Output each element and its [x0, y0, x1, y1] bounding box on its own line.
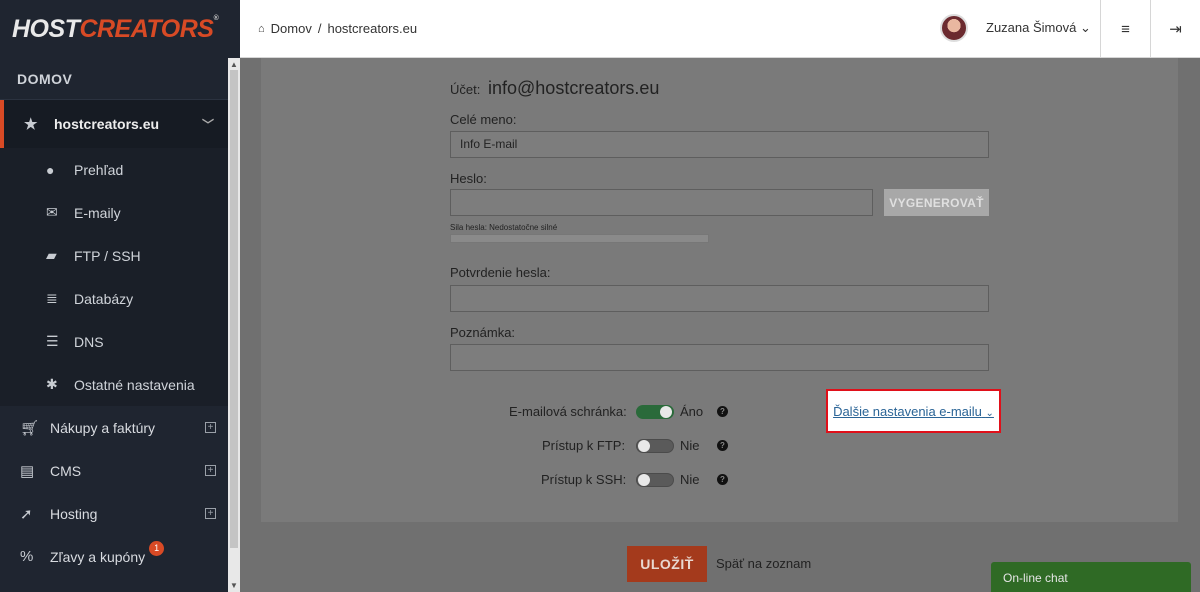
cart-icon: 🛒︎ [20, 419, 40, 437]
logo-area[interactable]: HOSTCREATORS® [0, 0, 240, 58]
avatar[interactable] [940, 14, 968, 42]
chevron-down-icon: ⌄ [985, 407, 994, 419]
online-chat-widget[interactable]: On-line chat [991, 562, 1191, 592]
sidebar-item-label: Ostatné nastavenia [74, 376, 195, 393]
sidebar-title[interactable]: DOMOV [0, 58, 228, 100]
user-menu[interactable]: Zuzana Šimová ⌄ [940, 14, 1091, 42]
chevron-down-icon: ﹀ [201, 117, 214, 132]
logout-icon: ⇥ [1169, 21, 1182, 38]
gear-icon: ✱ [46, 376, 58, 392]
breadcrumb: ⌂ Domov / hostcreators.eu [258, 21, 417, 36]
sidebar-scrollbar[interactable]: ▲ ▼ [228, 58, 240, 592]
account-label: Účet: [450, 82, 481, 97]
menu-button[interactable]: ≡ [1100, 0, 1150, 58]
ftp-toggle[interactable] [636, 439, 674, 453]
password-label: Heslo: [450, 171, 487, 186]
logo-registered-mark: ® [213, 14, 219, 22]
more-email-settings-link[interactable]: Ďalšie nastavenia e-mailu ⌄ [833, 404, 994, 419]
breadcrumb-current[interactable]: hostcreators.eu [327, 21, 417, 36]
expand-icon[interactable]: + [205, 422, 216, 433]
save-button[interactable]: ULOŽIŤ [627, 546, 707, 582]
sidebar-item-label: Hosting [50, 505, 98, 522]
user-name: Zuzana Šimová [986, 20, 1077, 35]
sidebar-item-ostatne-nastavenia[interactable]: ✱ Ostatné nastavenia [0, 363, 228, 406]
envelope-icon: ✉ [46, 204, 58, 220]
top-bar: HOSTCREATORS® ⌂ Domov / hostcreators.eu … [0, 0, 1200, 58]
sidebar-item-label: Prehľad [74, 161, 124, 178]
password-input[interactable] [450, 189, 873, 216]
password-strength-text: Sila hesla: Nedostatočne silné [450, 223, 558, 232]
fullname-input[interactable]: Info E-mail [450, 131, 989, 158]
mailbox-toggle-label: E-mailová schránka: [509, 404, 627, 419]
account-value: info@hostcreators.eu [488, 78, 660, 98]
sidebar-item-cms[interactable]: ▤ CMS + [0, 449, 228, 492]
globe-icon: ● [46, 161, 55, 178]
sidebar-domain-label: hostcreators.eu [54, 116, 160, 132]
help-icon[interactable]: ? [717, 440, 728, 451]
generate-password-button[interactable]: VYGENEROVAŤ [884, 189, 989, 216]
rocket-icon: ➚ [20, 505, 33, 523]
sidebar-item-prehlad[interactable]: ● Prehľad [0, 148, 228, 191]
confirm-password-label: Potvrdenie hesla: [450, 265, 551, 280]
star-icon: ★ [24, 116, 38, 133]
ssh-toggle-label: Prístup k SSH: [541, 472, 627, 487]
sidebar-item-databazy[interactable]: ≣ Databázy [0, 277, 228, 320]
more-email-settings-text: Ďalšie nastavenia e-mailu [833, 403, 982, 419]
file-icon: ▤ [20, 462, 35, 480]
ftp-toggle-label: Prístup k FTP: [542, 438, 626, 453]
sidebar-item-ftp-ssh[interactable]: ▰ FTP / SSH [0, 234, 228, 277]
sidebar-item-label: Zľavy a kupóny [50, 548, 146, 565]
sidebar-item-label: FTP / SSH [74, 247, 141, 264]
logo[interactable]: HOSTCREATORS® [12, 14, 219, 44]
home-icon: ⌂ [258, 22, 265, 35]
scroll-up-icon[interactable]: ▲ [230, 60, 238, 69]
confirm-password-input[interactable] [450, 285, 989, 312]
help-icon[interactable]: ? [717, 406, 728, 417]
scrollbar-thumb[interactable] [230, 70, 238, 548]
sidebar: DOMOV ★ hostcreators.eu ﹀ ● Prehľad ✉ E-ma… [0, 58, 228, 592]
logo-creators-text: CREATORS [79, 14, 214, 43]
mailbox-toggle[interactable] [636, 405, 674, 419]
help-icon[interactable]: ? [717, 474, 728, 485]
scroll-down-icon[interactable]: ▼ [230, 581, 238, 590]
mailbox-toggle-state: Áno [680, 404, 704, 419]
logout-button[interactable]: ⇥ [1150, 0, 1200, 58]
sidebar-item-hosting[interactable]: ➚ Hosting + [0, 492, 228, 535]
expand-icon[interactable]: + [205, 508, 216, 519]
sidebar-item-label: CMS [50, 462, 82, 479]
percent-icon: % [20, 548, 34, 565]
sidebar-item-label: Databázy [74, 290, 134, 307]
ssh-toggle-state: Nie [680, 472, 700, 487]
server-icon: ☰ [46, 333, 59, 349]
main-content: Účet: info@hostcreators.eu Celé meno: In… [240, 58, 1200, 592]
logo-host-text: HOST [12, 14, 80, 43]
back-to-list-link[interactable]: Späť na zoznam [716, 556, 811, 571]
user-name-dropdown[interactable]: Zuzana Šimová ⌄ [986, 20, 1091, 36]
ssh-toggle[interactable] [636, 473, 674, 487]
sidebar-domain[interactable]: ★ hostcreators.eu ﹀ [0, 100, 228, 148]
expand-icon[interactable]: + [205, 465, 216, 476]
sidebar-item-label: Nákupy a faktúry [50, 419, 156, 436]
sidebar-item-emaily[interactable]: ✉ E-maily [0, 191, 228, 234]
sidebar-item-label: DNS [74, 333, 104, 350]
ftp-toggle-state: Nie [680, 438, 700, 453]
sidebar-item-nakupy[interactable]: 🛒︎ Nákupy a faktúry + [0, 406, 228, 449]
hamburger-icon: ≡ [1121, 20, 1130, 38]
note-label: Poznámka: [450, 325, 516, 340]
breadcrumb-separator: / [317, 21, 322, 36]
fullname-label: Celé meno: [450, 112, 517, 127]
folder-icon: ▰ [46, 247, 57, 263]
form-panel: Účet: info@hostcreators.eu Celé meno: In… [261, 58, 1178, 522]
notification-badge: 1 [149, 541, 165, 556]
sidebar-item-label: E-maily [74, 204, 121, 221]
breadcrumb-home[interactable]: Domov [271, 21, 312, 36]
sidebar-item-zlavy[interactable]: % Zľavy a kupóny 1 [0, 535, 228, 578]
sidebar-item-dns[interactable]: ☰ DNS [0, 320, 228, 363]
database-icon: ≣ [46, 290, 58, 306]
chevron-down-icon: ⌄ [1079, 20, 1091, 35]
password-strength-bar [450, 234, 709, 243]
more-settings-highlight: Ďalšie nastavenia e-mailu ⌄ [826, 389, 1001, 433]
note-input[interactable] [450, 344, 989, 371]
